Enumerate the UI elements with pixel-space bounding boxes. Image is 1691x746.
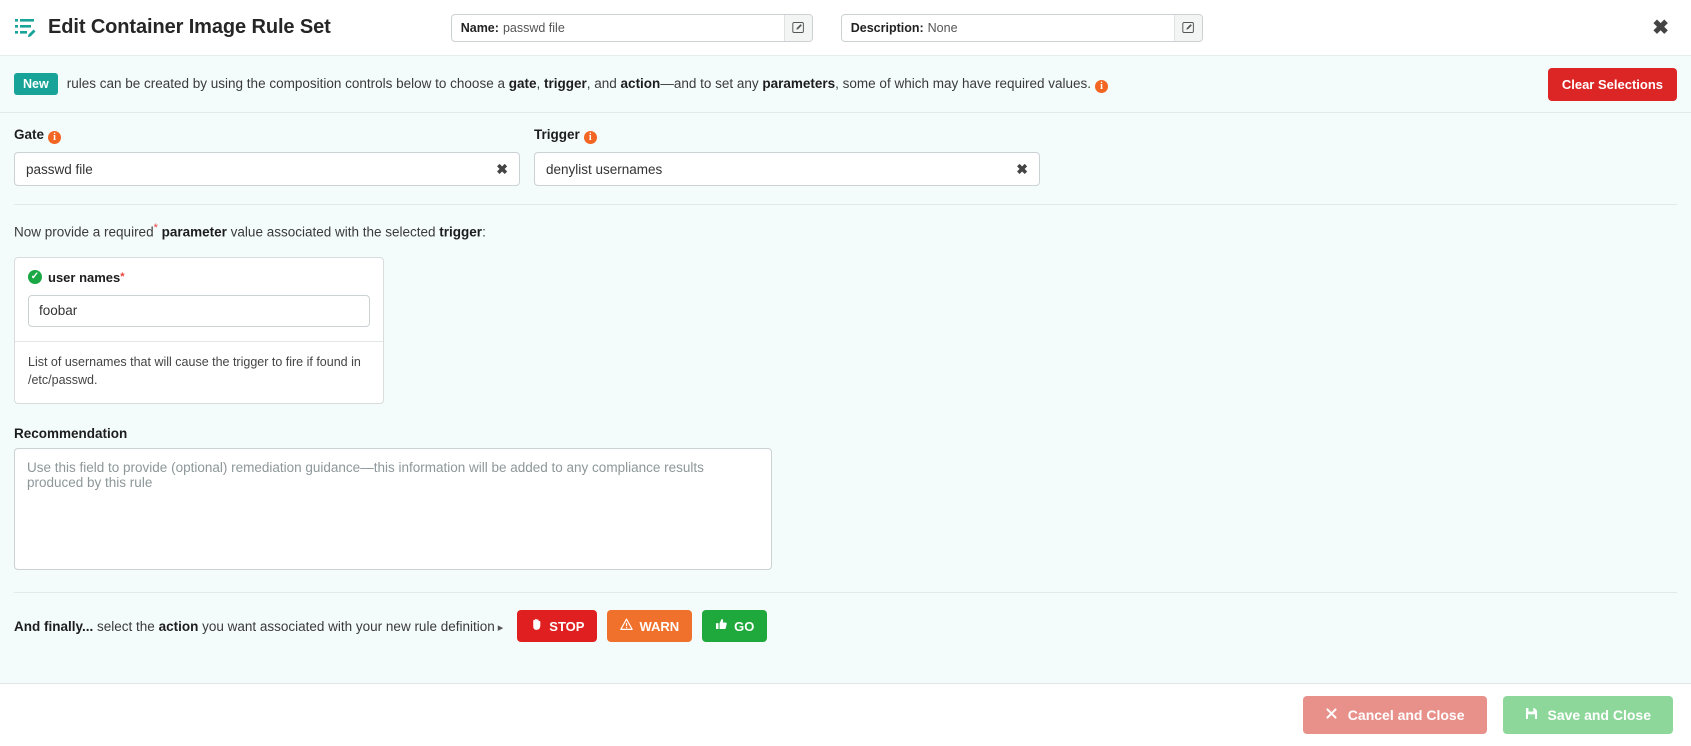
gate-trigger-row: Gate i passwd file ✖ Trigger i denylist us… <box>14 113 1677 186</box>
gate-label: Gate i <box>14 127 520 144</box>
description-edit-icon[interactable] <box>1173 14 1202 41</box>
banner-text-3: , and <box>586 75 621 91</box>
parameter-name: user names <box>48 269 121 285</box>
banner-bold-trigger: trigger <box>544 75 587 91</box>
page-title: Edit Container Image Rule Set <box>48 16 331 38</box>
action-warn-button[interactable]: WARN <box>607 610 693 642</box>
parameter-instruction-4: : <box>482 224 486 240</box>
action-stop-button[interactable]: STOP <box>517 610 598 642</box>
parameter-help-text: List of usernames that will cause the tr… <box>15 340 383 404</box>
trigger-select-value: denylist usernames <box>546 161 663 177</box>
user-names-input[interactable] <box>28 294 370 327</box>
trigger-label: Trigger i <box>534 127 1040 144</box>
rule-set-edit-icon <box>14 16 38 40</box>
name-edit-icon[interactable] <box>783 14 812 41</box>
dialog-body: Gate i passwd file ✖ Trigger i denylist us… <box>0 112 1691 683</box>
new-badge: New <box>14 73 58 95</box>
description-field-value: None <box>927 20 958 35</box>
recommendation-textarea[interactable] <box>14 448 772 570</box>
parameter-required-star: * <box>120 271 125 283</box>
action-warn-label: WARN <box>639 618 680 634</box>
dialog-footer: Cancel and Close Save and Close <box>0 683 1691 746</box>
action-stop-label: STOP <box>549 618 585 634</box>
name-field-value: passwd file <box>502 20 565 35</box>
trigger-label-text: Trigger <box>534 127 580 142</box>
banner-text-4: —and to set any <box>660 75 763 91</box>
caret-right-icon: ▸ <box>497 621 504 634</box>
trigger-info-icon[interactable]: i <box>583 131 597 144</box>
gate-label-text: Gate <box>14 127 45 142</box>
action-go-button[interactable]: GO <box>702 610 768 642</box>
action-bold-action: action <box>158 618 199 634</box>
save-and-close-button[interactable]: Save and Close <box>1502 696 1673 734</box>
parameter-instruction-bold-parameter: parameter <box>161 224 227 240</box>
cancel-and-close-label: Cancel and Close <box>1347 707 1465 723</box>
action-instruction: And finally... select the action you wan… <box>14 619 503 634</box>
action-text-2: you want associated with your new rule d… <box>198 618 495 634</box>
gate-clear-icon[interactable]: ✖ <box>496 161 508 178</box>
parameter-instruction: Now provide a required* parameter value … <box>14 205 1677 240</box>
banner-text-1: rules can be created by using the compos… <box>66 75 509 91</box>
parameter-instruction-bold-trigger: trigger <box>439 224 483 240</box>
description-field[interactable]: Description: None <box>840 13 1203 42</box>
trigger-select[interactable]: denylist usernames ✖ <box>534 152 1040 186</box>
name-field-label: Name: <box>460 20 499 35</box>
edit-rule-set-dialog: Edit Container Image Rule Set Name: pass… <box>0 0 1691 746</box>
save-and-close-label: Save and Close <box>1547 707 1652 723</box>
banner-text-5: , some of which may have required values… <box>835 75 1092 91</box>
action-go-label: GO <box>734 618 755 634</box>
gate-info-icon[interactable]: i <box>48 131 62 144</box>
parameter-card: ✓ user names* List of usernames that wil… <box>14 256 384 404</box>
warning-triangle-icon <box>620 618 634 634</box>
cancel-and-close-button[interactable]: Cancel and Close <box>1302 696 1487 734</box>
check-circle-icon: ✓ <box>28 270 42 284</box>
gate-column: Gate i passwd file ✖ <box>14 127 520 186</box>
floppy-disk-icon <box>1525 707 1538 723</box>
action-text-1: select the <box>93 618 159 634</box>
titlebar-fields: Name: passwd file Description: None <box>450 13 1203 42</box>
info-banner: New rules can be created by using the co… <box>0 55 1691 112</box>
parameter-name-row: ✓ user names * <box>28 270 370 285</box>
trigger-clear-icon[interactable]: ✖ <box>1016 161 1028 178</box>
description-field-label: Description: <box>850 20 924 35</box>
parameter-card-top: ✓ user names * <box>15 258 383 341</box>
banner-bold-gate: gate <box>508 75 537 91</box>
clear-selections-button[interactable]: Clear Selections <box>1547 67 1677 101</box>
description-field-text: Description: None <box>842 15 1174 41</box>
x-icon <box>1325 707 1338 723</box>
close-icon[interactable]: ✖ <box>1644 18 1677 38</box>
banner-text-2: , <box>536 75 544 91</box>
name-field[interactable]: Name: passwd file <box>450 13 813 42</box>
parameter-instruction-1: Now provide a required <box>14 224 154 240</box>
parameter-instruction-3: value associated with the selected <box>226 224 440 240</box>
banner-bold-action: action <box>620 75 661 91</box>
action-row: And finally... select the action you wan… <box>14 593 1677 642</box>
thumbs-up-icon <box>715 618 728 634</box>
action-bold-lead: And finally... <box>14 618 94 634</box>
recommendation-label: Recommendation <box>14 426 128 441</box>
name-field-text: Name: passwd file <box>452 15 784 41</box>
banner-bold-parameters: parameters <box>762 75 836 91</box>
banner-text: rules can be created by using the compos… <box>66 75 1109 93</box>
gate-select[interactable]: passwd file ✖ <box>14 152 520 186</box>
trigger-column: Trigger i denylist usernames ✖ <box>534 127 1040 186</box>
hand-stop-icon <box>530 618 543 634</box>
info-icon[interactable]: i <box>1095 79 1109 93</box>
dialog-titlebar: Edit Container Image Rule Set Name: pass… <box>0 0 1691 55</box>
gate-select-value: passwd file <box>26 161 93 177</box>
